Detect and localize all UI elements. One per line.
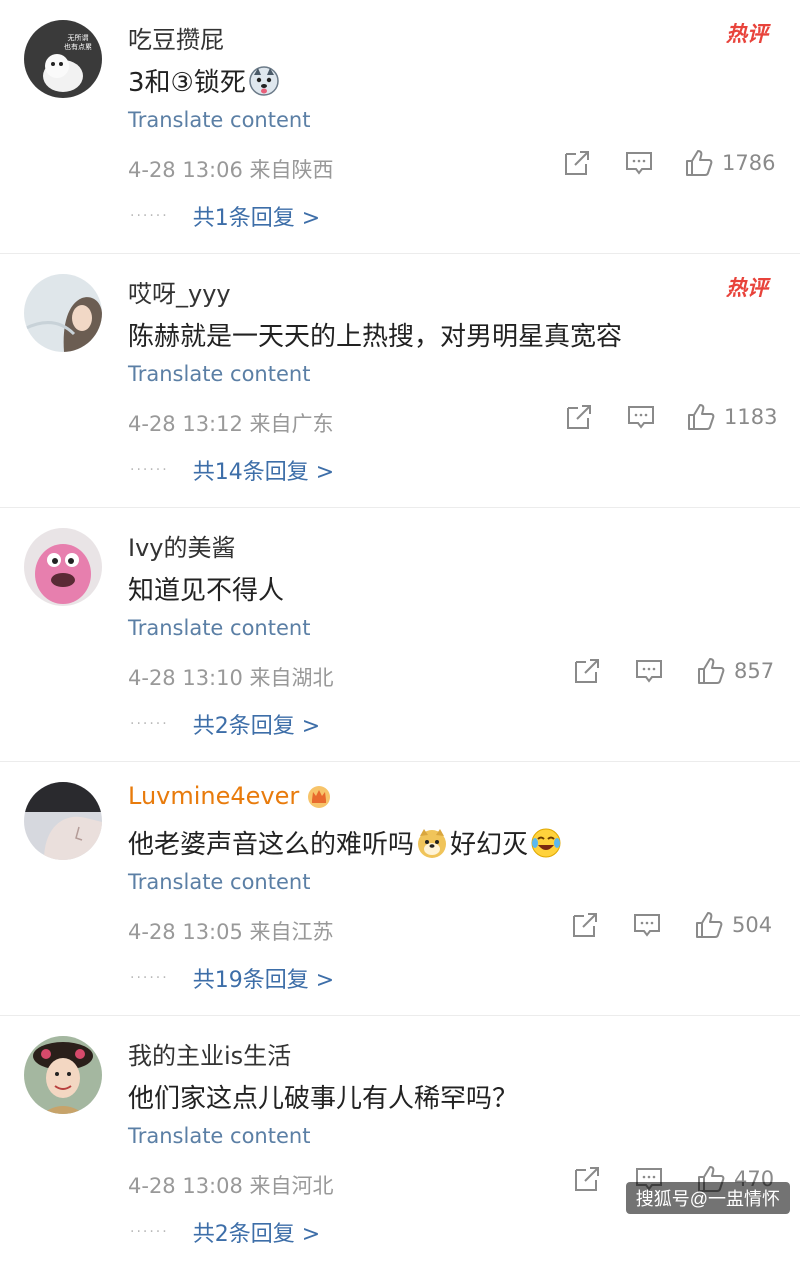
replies-label: 共19条回复 > (192, 968, 335, 993)
repost-button[interactable] (570, 910, 606, 946)
dots-icon: ······ (130, 1224, 169, 1240)
comment-text: 他老婆声音这么的难听吗 好幻灭 (128, 824, 564, 861)
share-icon (575, 659, 599, 683)
translate-link[interactable]: Translate content (128, 108, 310, 132)
username[interactable]: 吃豆攒屁 (128, 20, 224, 55)
thumbs-up-icon (686, 150, 713, 176)
comment-text: 知道见不得人 (128, 576, 285, 606)
dots-icon: ······ (130, 970, 169, 986)
repost-button[interactable] (572, 656, 608, 692)
like-count: 504 (732, 913, 773, 937)
avatar-caption: 无所谓 (68, 33, 89, 42)
username-text: Luvmine4ever (128, 782, 300, 810)
like-count: 1183 (724, 405, 778, 429)
comment-icon (626, 152, 652, 175)
comment-text-body: 3和③锁死 (128, 68, 246, 98)
view-replies-link[interactable]: ······ 共1条回复 > (130, 200, 320, 232)
translate-link[interactable]: Translate content (128, 362, 310, 386)
avatar[interactable]: 无所谓 也有点累 (24, 20, 102, 98)
share-icon (565, 151, 589, 175)
replies-label: 共1条回复 > (192, 206, 321, 231)
dots-icon: ······ (130, 208, 169, 224)
comment-text-part: 好幻灭 (450, 830, 529, 860)
like-button[interactable]: 1183 (686, 402, 777, 432)
like-count: 1786 (722, 151, 776, 175)
comment-meta: 4-28 13:08 来自河北 (128, 1174, 334, 1198)
like-button[interactable]: 857 (696, 656, 774, 686)
doge-emoji-icon (416, 827, 448, 859)
vip-crown-icon (305, 783, 333, 809)
comment-item: 我的主业is生活 他们家这点儿破事儿有人稀罕吗？ Translate conte… (0, 1016, 800, 1270)
dots-icon: ······ (130, 716, 169, 732)
replies-label: 共2条回复 > (192, 714, 321, 739)
replies-label: 共14条回复 > (192, 460, 335, 485)
share-icon (575, 1167, 599, 1191)
comment-icon (636, 660, 662, 683)
comment-item: Luvmine4ever 他老婆声音这么的难听吗 好幻灭 Translate c… (0, 762, 800, 1016)
comment-meta: 4-28 13:05 来自江苏 (128, 920, 334, 944)
username[interactable]: 哎呀_yyy (128, 274, 231, 309)
hot-comment-badge: 热评 (726, 21, 768, 46)
comment-icon (628, 406, 654, 429)
watermark: 搜狐号@一盅情怀 (625, 1182, 790, 1214)
avatar[interactable] (24, 782, 102, 860)
reply-button[interactable] (626, 402, 662, 438)
username[interactable]: Luvmine4ever (128, 782, 333, 810)
comment-text-part: 他老婆声音这么的难听吗 (128, 830, 415, 860)
avatar-caption: 也有点累 (64, 42, 92, 51)
reply-button[interactable] (632, 910, 668, 946)
reply-button[interactable] (624, 148, 660, 184)
view-replies-link[interactable]: ······ 共19条回复 > (130, 962, 334, 994)
reply-button[interactable] (634, 656, 670, 692)
repost-button[interactable] (564, 402, 600, 438)
comment-meta: 4-28 13:10 来自湖北 (128, 666, 334, 690)
comment-text: 3和③锁死 (128, 62, 282, 99)
repost-button[interactable] (562, 148, 598, 184)
comment-item: 无所谓 也有点累 吃豆攒屁 热评 3和③锁死 Translate content… (0, 0, 800, 254)
like-button[interactable]: 1786 (684, 148, 775, 178)
replies-label: 共2条回复 > (192, 1222, 321, 1247)
comment-meta: 4-28 13:12 来自广东 (128, 412, 334, 436)
view-replies-link[interactable]: ······ 共2条回复 > (130, 1216, 320, 1248)
hot-comment-badge: 热评 (726, 275, 768, 300)
comment-icon (634, 914, 660, 937)
dots-icon: ······ (130, 462, 169, 478)
view-replies-link[interactable]: ······ 共14条回复 > (130, 454, 334, 486)
like-count: 857 (734, 659, 775, 683)
share-icon (567, 405, 591, 429)
translate-link[interactable]: Translate content (128, 870, 310, 894)
comment-text: 他们家这点儿破事儿有人稀罕吗？ (128, 1084, 519, 1114)
thumbs-up-icon (688, 404, 715, 430)
username[interactable]: 我的主业is生活 (128, 1036, 291, 1071)
translate-link[interactable]: Translate content (128, 1124, 310, 1148)
view-replies-link[interactable]: ······ 共2条回复 > (130, 708, 320, 740)
laugh-cry-emoji-icon (530, 827, 562, 859)
avatar[interactable] (24, 274, 102, 352)
username[interactable]: Ivy的美酱 (128, 528, 235, 563)
comment-text: 陈赫就是一天天的上热搜，对男明星真宽容 (128, 322, 623, 352)
avatar[interactable] (24, 528, 102, 606)
avatar[interactable] (24, 1036, 102, 1114)
thumbs-up-icon (696, 912, 723, 938)
translate-link[interactable]: Translate content (128, 616, 310, 640)
thumbs-up-icon (698, 658, 725, 684)
comment-item: Ivy的美酱 知道见不得人 Translate content 4-28 13:… (0, 508, 800, 762)
comment-item: 哎呀_yyy 热评 陈赫就是一天天的上热搜，对男明星真宽容 Translate … (0, 254, 800, 508)
like-button[interactable]: 504 (694, 910, 772, 940)
share-icon (573, 913, 597, 937)
husky-emoji-icon (248, 65, 280, 97)
repost-button[interactable] (572, 1164, 608, 1200)
comment-meta: 4-28 13:06 来自陕西 (128, 158, 334, 182)
